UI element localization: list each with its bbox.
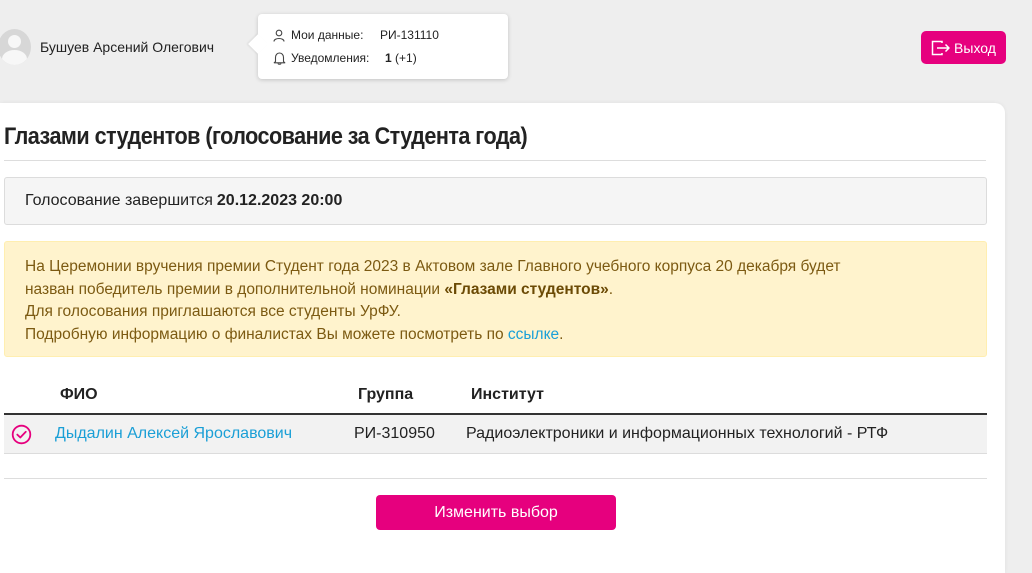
finalists-link[interactable]: ссылке bbox=[508, 326, 559, 343]
voting-deadline-box: Голосование завершится 20.12.2023 20:00 bbox=[4, 177, 987, 225]
logout-button[interactable]: Выход bbox=[921, 31, 1006, 64]
notifications-row[interactable]: Уведомления: 1 (+1) bbox=[271, 50, 508, 66]
avatar bbox=[0, 29, 31, 65]
my-data-label: Мои данные: bbox=[291, 28, 364, 42]
logout-icon bbox=[931, 40, 950, 55]
user-info-card: Мои данные: РИ-131110 Уведомления: 1 (+1… bbox=[258, 14, 508, 79]
table-header: ФИО Группа Институт bbox=[4, 377, 987, 415]
notice-line-4: Подробную информацию о финалистах Вы мож… bbox=[25, 325, 564, 343]
page-title: Глазами студентов (голосование за Студен… bbox=[4, 123, 528, 150]
header: Бушуев Арсений Олегович Мои данные: РИ-1… bbox=[0, 0, 1032, 100]
my-data-value: РИ-131110 bbox=[380, 28, 439, 42]
bottom-divider bbox=[4, 478, 987, 479]
logout-label: Выход bbox=[954, 39, 996, 56]
notifications-label: Уведомления: bbox=[291, 51, 370, 65]
candidate-group: РИ-310950 bbox=[354, 425, 435, 442]
notice-line-2: назван победитель премии в дополнительно… bbox=[25, 280, 614, 298]
nomination-name: «Глазами студентов» bbox=[444, 280, 609, 298]
main-card: Глазами студентов (голосование за Студен… bbox=[0, 103, 1005, 573]
candidate-name-link[interactable]: Дыдалин Алексей Ярославович bbox=[55, 425, 292, 443]
notifications-count: 1 bbox=[385, 51, 392, 65]
title-divider bbox=[4, 160, 986, 161]
notifications-new: (+1) bbox=[395, 51, 417, 65]
user-name: Бушуев Арсений Олегович bbox=[40, 39, 215, 55]
notice-line-3: Для голосования приглашаются все студент… bbox=[25, 303, 401, 320]
user-profile[interactable]: Бушуев Арсений Олегович bbox=[0, 29, 214, 65]
check-circle-icon bbox=[11, 424, 32, 445]
info-notice: На Церемонии вручения премии Студент год… bbox=[4, 241, 987, 357]
user-icon bbox=[271, 27, 287, 43]
column-header-name: ФИО bbox=[60, 386, 98, 403]
bell-icon bbox=[271, 50, 287, 66]
selection-table: ФИО Группа Институт Дыдалин Алексей Ярос… bbox=[4, 377, 987, 454]
column-header-group: Группа bbox=[358, 386, 414, 403]
table-row: Дыдалин Алексей Ярославович РИ-310950 Ра… bbox=[4, 415, 987, 454]
deadline-text: Голосование завершится bbox=[25, 192, 213, 209]
candidate-institute: Радиоэлектроники и информационных технол… bbox=[466, 425, 889, 442]
notifications-value: 1 (+1) bbox=[385, 51, 417, 65]
change-choice-button[interactable]: Изменить выбор bbox=[376, 495, 616, 530]
my-data-row[interactable]: Мои данные: РИ-131110 bbox=[271, 27, 508, 43]
notice-line-1: На Церемонии вручения премии Студент год… bbox=[25, 258, 841, 275]
deadline-value: 20.12.2023 20:00 bbox=[216, 192, 343, 209]
column-header-institute: Институт bbox=[471, 386, 544, 403]
